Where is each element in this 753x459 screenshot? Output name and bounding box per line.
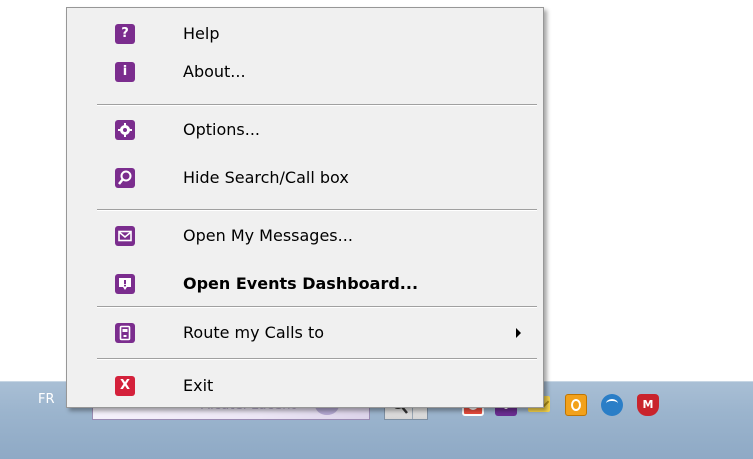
search-icon bbox=[115, 168, 135, 188]
menu-item-label: Route my Calls to bbox=[183, 323, 325, 342]
tray-context-menu: ? Help i About... Options... Hide Search… bbox=[66, 7, 544, 408]
tray-network-icon[interactable] bbox=[601, 394, 623, 416]
close-icon: X bbox=[115, 376, 135, 396]
menu-item-hide-search-call-box[interactable]: Hide Search/Call box bbox=[69, 161, 541, 195]
menu-separator bbox=[97, 104, 537, 106]
phone-route-icon bbox=[115, 323, 135, 343]
menu-item-route-my-calls-to[interactable]: Route my Calls to bbox=[69, 316, 541, 350]
menu-separator bbox=[97, 306, 537, 308]
menu-item-label: Help bbox=[183, 24, 220, 43]
menu-item-open-events-dashboard[interactable]: Open Events Dashboard... bbox=[69, 267, 541, 301]
menu-item-label: About... bbox=[183, 62, 246, 81]
menu-separator bbox=[97, 209, 537, 211]
tray-mcafee-icon[interactable] bbox=[637, 394, 659, 416]
envelope-icon bbox=[115, 226, 135, 246]
menu-item-label: Exit bbox=[183, 376, 214, 395]
screen: FR Alcatel·Lucent a ▼ ? Help i About... bbox=[0, 0, 753, 459]
tray-outlook-icon[interactable] bbox=[565, 394, 587, 416]
gear-icon bbox=[115, 120, 135, 140]
menu-item-about[interactable]: i About... bbox=[69, 55, 541, 89]
menu-item-open-my-messages[interactable]: Open My Messages... bbox=[69, 219, 541, 253]
menu-item-help[interactable]: ? Help bbox=[69, 17, 541, 51]
info-icon: i bbox=[115, 62, 135, 82]
menu-item-label: Options... bbox=[183, 120, 260, 139]
menu-separator bbox=[97, 358, 537, 360]
menu-item-label: Open My Messages... bbox=[183, 226, 353, 245]
menu-item-exit[interactable]: X Exit bbox=[69, 369, 541, 403]
language-indicator[interactable]: FR bbox=[38, 392, 55, 407]
help-icon: ? bbox=[115, 24, 135, 44]
menu-item-options[interactable]: Options... bbox=[69, 113, 541, 147]
menu-item-label: Hide Search/Call box bbox=[183, 168, 349, 187]
submenu-arrow-icon bbox=[516, 328, 521, 338]
menu-item-label: Open Events Dashboard... bbox=[183, 274, 419, 293]
dashboard-icon bbox=[115, 274, 135, 294]
